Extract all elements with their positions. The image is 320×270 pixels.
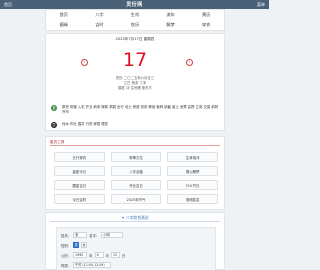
gender-row: 性别： 男 女 [61, 242, 88, 248]
gregorian-date: 2025年7月17日 星期四 [115, 37, 155, 41]
year-select[interactable]: 1990 [73, 252, 88, 258]
day-unit: 日 [121, 253, 126, 258]
hour-select[interactable]: 午时 (11:00-12:59) [73, 262, 112, 268]
gender-label: 性别： [61, 243, 72, 248]
tool-link[interactable]: 星座今日 [54, 166, 105, 176]
hour-label: 时辰： [61, 263, 72, 268]
day-select[interactable]: 15 [110, 252, 120, 258]
birth-label: 公历： [61, 253, 72, 258]
nav-item-lunar[interactable]: 农历 [117, 20, 153, 30]
next-day-button[interactable]: › [186, 59, 193, 66]
hour-row: 时辰： 午时 (11:00-12:59) [61, 262, 112, 268]
tool-link[interactable]: 生肖相冲 [167, 152, 218, 162]
menu-link[interactable]: 菜单 [257, 2, 265, 8]
chevron-right-icon: › [188, 60, 191, 65]
bazi-divider [50, 221, 220, 222]
tool-link[interactable]: 藏星吉日 [54, 180, 105, 190]
nav-item-lucky-time[interactable]: 吉时 [82, 20, 118, 30]
nav-item-zodiac[interactable]: 生肖 [117, 10, 153, 20]
gender-female-option[interactable]: 女 [81, 242, 88, 248]
name-row: 姓氏： 张 名字： 小明 [61, 232, 124, 238]
yi-row: 宜 祭祀 祈福 入宅 开业 纳采 嫁娶 求嗣 出行 动土 修造 安床 移徙 栽种… [51, 105, 221, 114]
yi-badge: 宜 [51, 105, 57, 111]
star-icon: ✦ [121, 215, 125, 220]
surname-input[interactable]: 张 [73, 232, 88, 238]
month-unit: 月 [105, 253, 109, 258]
bazi-form: 姓氏： 张 名字： 小明 性别： 男 女 公历： 1990 年 6 月 15 日… [56, 227, 216, 270]
tool-link[interactable]: 周公解梦 [167, 166, 218, 176]
tool-link[interactable]: 什么节日 [167, 180, 218, 190]
tool-link[interactable]: 今日吉时 [54, 194, 105, 204]
tool-link[interactable]: 2025年节气 [110, 194, 162, 204]
site-title: 灵衍网 [126, 2, 143, 8]
tools-card: 星历工具 五行穿衣 财神方位 生肖相冲 星座今日 八字合婚 周公解梦 藏星吉日 … [45, 136, 225, 210]
birth-row: 公历： 1990 年 6 月 15 日 [61, 252, 125, 258]
main-nav: 首页 八字 生肖 流年 黄历 姻缘 吉时 农历 解梦 穿衣 [45, 9, 225, 31]
top-bar: 首页 灵衍网 菜单 [0, 0, 269, 9]
ji-text: 伐木 作灶 掘井 行丧 嫁娶 理发 [62, 122, 109, 126]
bazi-title: 八字综合测试 [125, 215, 149, 220]
nav-item-year[interactable]: 流年 [153, 10, 189, 20]
nav-item-bazi[interactable]: 八字 [82, 10, 118, 20]
tool-link[interactable]: 八字合婚 [110, 166, 162, 176]
nav-item-home[interactable]: 首页 [46, 10, 82, 20]
tool-link[interactable]: 五行穿衣 [54, 152, 105, 162]
year-unit: 年 [89, 253, 93, 258]
given-name-input[interactable]: 小明 [101, 232, 124, 238]
big-day-number: 17 [122, 49, 148, 71]
surname-label: 姓氏： [61, 233, 72, 238]
nav-item-marriage[interactable]: 姻缘 [46, 20, 82, 30]
tools-divider [50, 145, 220, 146]
nav-item-dream[interactable]: 解梦 [153, 20, 189, 30]
nav-item-dress[interactable]: 穿衣 [188, 20, 224, 30]
month-select[interactable]: 6 [94, 252, 104, 258]
yi-text: 祭祀 祈福 入宅 开业 纳采 嫁娶 求嗣 出行 动土 修造 安床 移徙 栽种 纳… [62, 105, 219, 114]
tools-grid: 五行穿衣 财神方位 生肖相冲 星座今日 八字合婚 周公解梦 藏星吉日 开业吉日 … [54, 152, 218, 204]
ji-badge: 忌 [51, 122, 57, 128]
ji-row: 忌 伐木 作灶 掘井 行丧 嫁娶 理发 [51, 122, 221, 128]
nav-item-almanac[interactable]: 黄历 [188, 10, 224, 20]
date-card: 2025年7月17日 星期四 ‹ 17 › 农历 二〇二五年六月廿三 乙巳 癸未… [45, 33, 225, 131]
given-label: 名字： [89, 233, 100, 238]
chong-sha: 属蛇 冲 生肖猪 煞东方 [118, 86, 152, 90]
gender-male-option[interactable]: 男 [73, 242, 80, 248]
tool-link[interactable]: 开业吉日 [110, 180, 162, 190]
tool-link[interactable]: 财神方位 [110, 152, 162, 162]
tool-link[interactable]: 测测姓名 [167, 194, 218, 204]
bazi-card: ✦ 八字综合测试 姓氏： 张 名字： 小明 性别： 男 女 公历： 1990 年… [45, 212, 225, 270]
